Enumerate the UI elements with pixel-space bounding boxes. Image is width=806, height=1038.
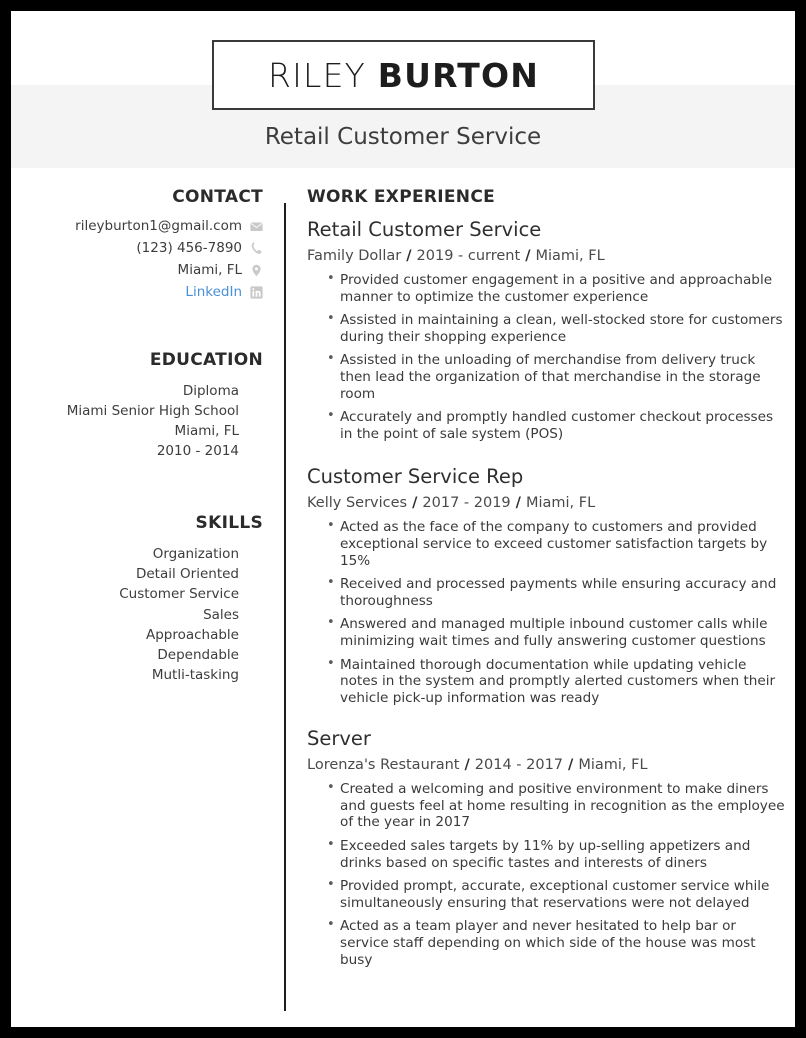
skill-item: Mutli-tasking — [151, 667, 239, 684]
job-bullet: Assisted in maintaining a clean, well-st… — [307, 311, 785, 345]
skill-item: Customer Service — [119, 586, 239, 603]
contact-item-linkedin[interactable]: LinkedIn — [11, 284, 263, 301]
job-title: Server — [307, 727, 371, 751]
job-bullet: Answered and managed multiple inbound cu… — [307, 615, 785, 649]
meta-separator: / — [568, 757, 574, 774]
work-experience-heading: WORK EXPERIENCE — [307, 187, 496, 207]
skill-item: Dependable — [157, 647, 239, 664]
job-company: Lorenza's Restaurant — [307, 757, 460, 774]
headline-title: Retail Customer Service — [264, 124, 542, 150]
job-dates: 2014 - 2017 — [474, 757, 564, 774]
job-bullet: Provided prompt, accurate, exceptional c… — [307, 877, 785, 911]
job-entry: Retail Customer Service Family Dollar/20… — [307, 217, 785, 442]
job-location: Miami, FL — [578, 757, 648, 774]
job-bullet: Acted as a team player and never hesitat… — [307, 917, 785, 968]
contact-item-location: Miami, FL — [11, 262, 263, 279]
job-company: Kelly Services — [307, 495, 408, 512]
job-dates: 2017 - 2019 — [422, 495, 511, 512]
meta-separator: / — [515, 495, 521, 512]
education-line: Diploma — [182, 383, 239, 399]
phone-icon — [250, 242, 263, 255]
education-line: 2010 - 2014 — [156, 443, 239, 459]
job-bullets: Acted as the face of the company to cust… — [307, 518, 785, 707]
education-heading: EDUCATION — [149, 350, 263, 370]
contact-location-text: Miami, FL — [177, 262, 242, 278]
job-meta: Kelly Services/2017 - 2019/Miami, FL — [307, 493, 785, 514]
job-bullets: Created a welcoming and positive environ… — [307, 780, 785, 968]
contact-linkedin-link[interactable]: LinkedIn — [185, 284, 242, 301]
location-pin-icon — [250, 264, 263, 277]
envelope-icon — [250, 220, 263, 233]
education-line: Miami, FL — [174, 423, 239, 439]
contact-phone-text: (123) 456-7890 — [136, 240, 242, 256]
job-meta: Family Dollar/2019 - current / Miami, FL — [307, 246, 785, 267]
skill-item: Organization — [152, 546, 239, 562]
job-bullet: Acted as the face of the company to cust… — [307, 518, 785, 569]
skill-item: Approachable — [145, 626, 239, 643]
education-line: Miami Senior High School — [66, 403, 239, 419]
job-bullet: Created a welcoming and positive environ… — [307, 780, 785, 831]
resume-body: CONTACT rileyburton1@gmail.com (123) 456… — [11, 187, 795, 1027]
resume-page: RILEY BURTON Retail Customer Service CON… — [0, 0, 806, 1038]
skills-heading: SKILLS — [195, 513, 263, 533]
meta-separator: / — [525, 248, 531, 264]
skill-item: Sales — [203, 606, 239, 623]
job-location: Miami, FL — [525, 495, 596, 512]
meta-separator: / — [464, 757, 470, 774]
job-title: Retail Customer Service — [307, 218, 542, 241]
sidebar: CONTACT rileyburton1@gmail.com (123) 456… — [11, 187, 263, 685]
full-name: RILEY BURTON — [268, 56, 539, 95]
meta-separator: / — [412, 495, 418, 512]
job-bullets: Provided customer engagement in a positi… — [307, 271, 785, 442]
job-title: Customer Service Rep — [307, 465, 524, 489]
first-name: RILEY — [267, 55, 367, 95]
contact-item-phone: (123) 456-7890 — [11, 240, 263, 257]
job-entry: Customer Service Rep Kelly Services/2017… — [307, 464, 785, 706]
job-bullet: Provided customer engagement in a positi… — [307, 271, 785, 305]
name-box: RILEY BURTON — [212, 40, 595, 110]
contact-heading: CONTACT — [172, 187, 263, 207]
job-company: Family Dollar — [307, 248, 402, 264]
job-location: Miami, FL — [535, 248, 605, 264]
job-meta: Lorenza's Restaurant/2014 - 2017/Miami, … — [307, 755, 785, 776]
job-bullet: Assisted in the unloading of merchandise… — [307, 351, 785, 402]
meta-separator: / — [406, 248, 412, 264]
work-experience-section: WORK EXPERIENCE Retail Customer Service … — [307, 187, 785, 988]
job-bullet: Received and processed payments while en… — [307, 575, 785, 609]
linkedin-icon[interactable] — [250, 286, 263, 299]
column-divider — [284, 203, 286, 1011]
job-bullet: Exceeded sales targets by 11% by up-sell… — [307, 837, 785, 871]
skill-item: Detail Oriented — [135, 566, 239, 583]
job-bullet: Maintained thorough documentation while … — [307, 656, 785, 707]
last-name: BURTON — [377, 55, 540, 95]
contact-email-text: rileyburton1@gmail.com — [75, 218, 242, 234]
job-entry: Server Lorenza's Restaurant/2014 - 2017/… — [307, 726, 785, 968]
job-bullet: Accurately and promptly handled customer… — [307, 408, 785, 442]
contact-item-email: rileyburton1@gmail.com — [11, 218, 263, 235]
job-dates: 2019 - current — [416, 248, 521, 264]
